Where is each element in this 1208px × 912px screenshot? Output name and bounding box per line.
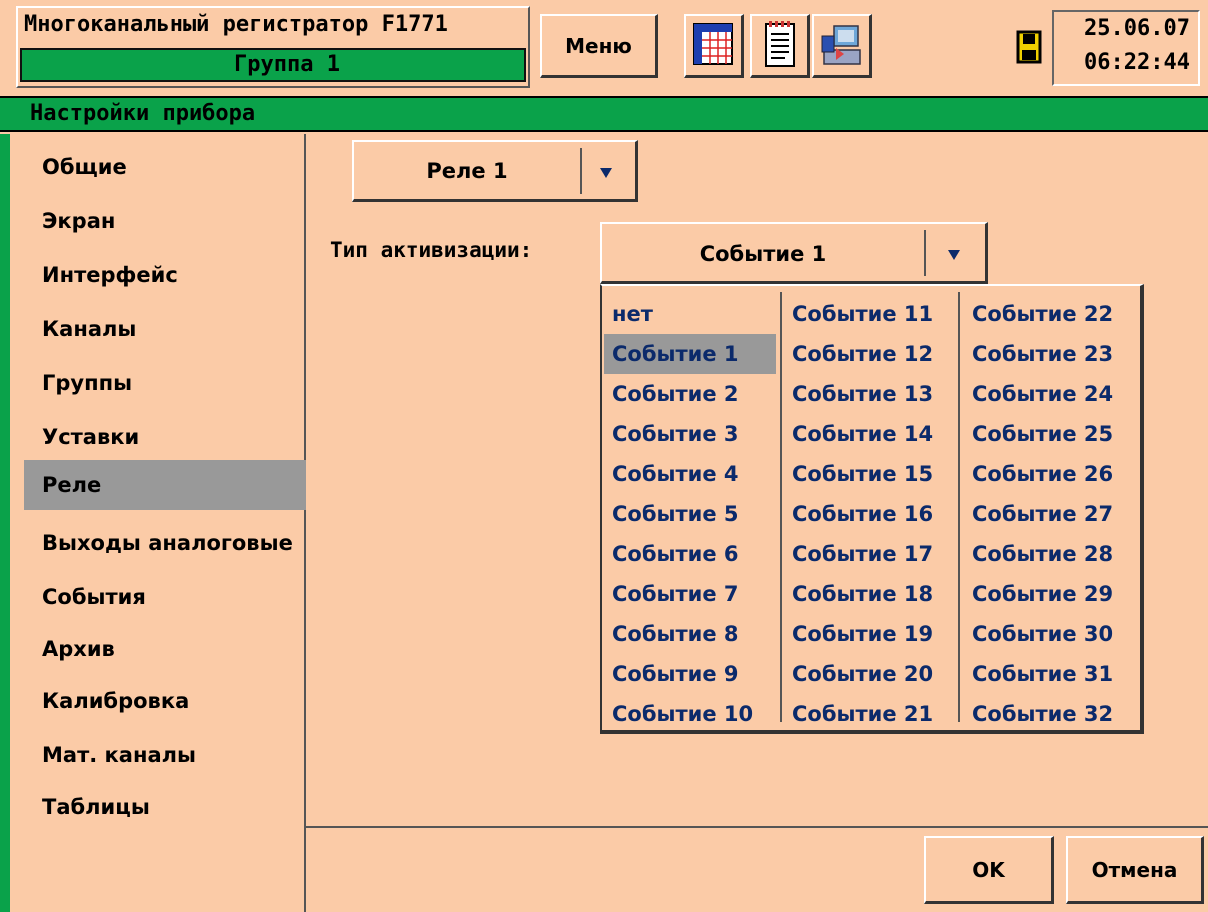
list-item-selected[interactable]: Событие 1 — [604, 334, 776, 374]
list-item[interactable]: Событие 29 — [964, 574, 1136, 614]
dropdown-arrow-icon[interactable] — [948, 250, 960, 260]
list-item[interactable]: Событие 2 — [604, 374, 776, 414]
list-item[interactable]: Событие 14 — [784, 414, 954, 454]
list-item[interactable]: Событие 27 — [964, 494, 1136, 534]
list-item[interactable]: Событие 25 — [964, 414, 1136, 454]
settings-title-bar: Настройки прибора — [0, 96, 1208, 132]
sidebar-item-screen[interactable]: Экран — [24, 196, 306, 246]
column-divider — [780, 292, 782, 722]
event-column-1: нет Событие 1 Событие 2 Событие 3 Событи… — [604, 294, 776, 734]
top-bar: Многоканальный регистратор F1771 Группа … — [0, 0, 1208, 94]
sidebar-item-archive[interactable]: Архив — [24, 624, 306, 674]
sidebar-item-calibration[interactable]: Калибровка — [24, 676, 306, 726]
sidebar-item-interface[interactable]: Интерфейс — [24, 250, 306, 300]
dropdown-separator — [924, 230, 926, 276]
dropdown-arrow-icon[interactable] — [600, 168, 612, 178]
list-item[interactable]: Событие 22 — [964, 294, 1136, 334]
notes-icon — [765, 21, 795, 67]
list-item[interactable]: нет — [604, 294, 776, 334]
sidebar-item-channels[interactable]: Каналы — [24, 304, 306, 354]
list-item[interactable]: Событие 24 — [964, 374, 1136, 414]
list-item[interactable]: Событие 15 — [784, 454, 954, 494]
list-item[interactable]: Событие 6 — [604, 534, 776, 574]
left-accent-strip — [0, 134, 10, 912]
sidebar-item-math-channels[interactable]: Мат. каналы — [24, 730, 306, 780]
sidebar-item-events[interactable]: События — [24, 572, 306, 622]
list-item[interactable]: Событие 19 — [784, 614, 954, 654]
event-column-2: Событие 11 Событие 12 Событие 13 Событие… — [784, 294, 954, 734]
list-item[interactable]: Событие 4 — [604, 454, 776, 494]
datetime-display: 25.06.07 06:22:44 — [1052, 10, 1200, 86]
ok-button[interactable]: OK — [924, 836, 1054, 904]
list-item[interactable]: Событие 3 — [604, 414, 776, 454]
activation-type-label: Тип активизации: — [330, 238, 533, 262]
sidebar-item-setpoints[interactable]: Уставки — [24, 412, 306, 462]
relay-select-value: Реле 1 — [426, 159, 508, 183]
save-computer-icon — [821, 25, 861, 65]
list-item[interactable]: Событие 12 — [784, 334, 954, 374]
event-column-3: Событие 22 Событие 23 Событие 24 Событие… — [964, 294, 1136, 734]
sidebar-item-general[interactable]: Общие — [24, 142, 306, 192]
event-dropdown-list: нет Событие 1 Событие 2 Событие 3 Событи… — [600, 284, 1144, 734]
save-to-pc-button[interactable] — [812, 14, 872, 78]
sidebar-item-groups[interactable]: Группы — [24, 358, 306, 408]
list-item[interactable]: Событие 5 — [604, 494, 776, 534]
sidebar-item-analog-outputs[interactable]: Выходы аналоговые — [24, 518, 306, 568]
column-divider — [958, 292, 960, 722]
activation-type-select[interactable]: Событие 1 — [600, 222, 988, 284]
menu-button[interactable]: Меню — [540, 14, 658, 78]
list-item[interactable]: Событие 13 — [784, 374, 954, 414]
list-item[interactable]: Событие 9 — [604, 654, 776, 694]
list-item[interactable]: Событие 31 — [964, 654, 1136, 694]
group-indicator[interactable]: Группа 1 — [20, 48, 526, 82]
list-item[interactable]: Событие 11 — [784, 294, 954, 334]
list-item[interactable]: Событие 30 — [964, 614, 1136, 654]
dropdown-separator — [580, 148, 582, 194]
footer-divider — [306, 826, 1208, 828]
list-item[interactable]: Событие 10 — [604, 694, 776, 734]
time-text: 06:22:44 — [1084, 50, 1190, 75]
list-item[interactable]: Событие 32 — [964, 694, 1136, 734]
list-item[interactable]: Событие 18 — [784, 574, 954, 614]
sidebar-item-relays[interactable]: Реле — [24, 460, 306, 510]
sidebar-item-tables[interactable]: Таблицы — [24, 782, 306, 832]
notes-button[interactable] — [750, 14, 810, 78]
date-text: 25.06.07 — [1084, 16, 1190, 41]
relay-select[interactable]: Реле 1 — [352, 140, 638, 202]
table-grid-icon — [693, 23, 733, 65]
list-item[interactable]: Событие 26 — [964, 454, 1136, 494]
settings-sidebar: Общие Экран Интерфейс Каналы Группы Уста… — [10, 134, 306, 912]
cancel-button[interactable]: Отмена — [1066, 836, 1204, 904]
list-item[interactable]: Событие 7 — [604, 574, 776, 614]
list-item[interactable]: Событие 16 — [784, 494, 954, 534]
table-view-button[interactable] — [684, 14, 744, 78]
list-item[interactable]: Событие 20 — [784, 654, 954, 694]
list-item[interactable]: Событие 17 — [784, 534, 954, 574]
list-item[interactable]: Событие 8 — [604, 614, 776, 654]
list-item[interactable]: Событие 28 — [964, 534, 1136, 574]
activation-type-value: Событие 1 — [699, 242, 827, 266]
app-title: Многоканальный регистратор F1771 — [24, 12, 448, 37]
sd-card-icon — [1016, 30, 1042, 64]
list-item[interactable]: Событие 21 — [784, 694, 954, 734]
list-item[interactable]: Событие 23 — [964, 334, 1136, 374]
